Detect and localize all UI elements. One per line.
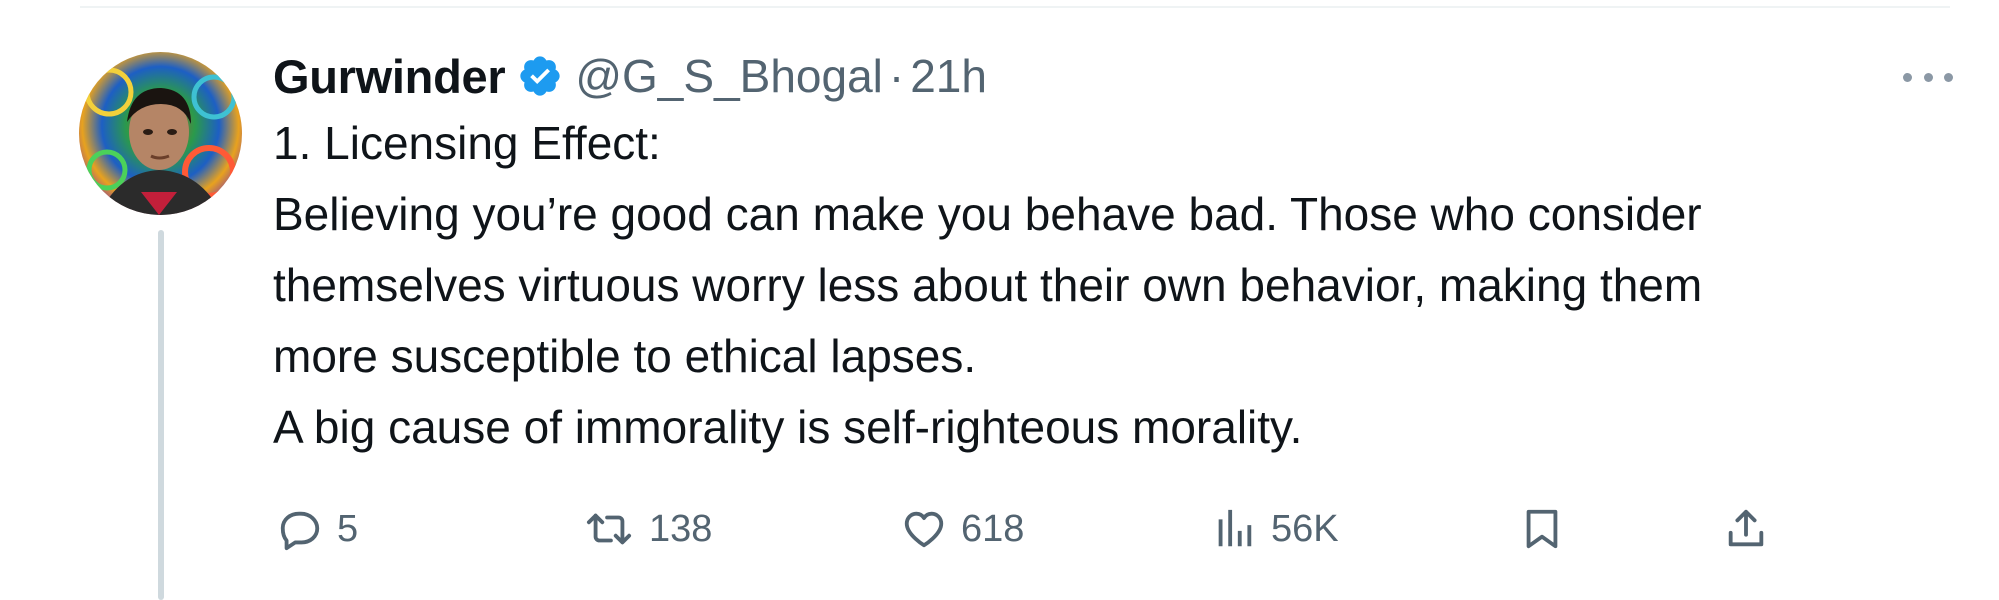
share-button[interactable] [1723, 494, 1769, 564]
tweet-text-line: 1. Licensing Effect: [273, 117, 661, 169]
share-icon [1728, 509, 1764, 547]
tweet[interactable]: Gurwinder @G_S_Bhogal · 21h 1. Licensing… [273, 44, 1953, 551]
author-handle[interactable]: @G_S_Bhogal [575, 49, 883, 103]
top-divider [80, 6, 1950, 8]
bookmark-icon [1526, 509, 1558, 549]
action-bar: 5 138 618 56K [273, 494, 1773, 564]
views-icon [1218, 509, 1252, 547]
reply-icon [280, 511, 320, 551]
separator-dot: · [888, 50, 905, 102]
like-button[interactable]: 618 [901, 494, 1024, 564]
repost-count: 138 [649, 507, 713, 550]
thread-line [158, 230, 164, 600]
tweet-text-line: Believing you’re good can make you behav… [273, 188, 1702, 240]
reply-count: 5 [337, 507, 359, 550]
tweet-text-line: A big cause of immorality is self-righte… [273, 401, 1303, 453]
more-dot [1903, 72, 1912, 82]
repost-icon [586, 513, 632, 545]
reply-button[interactable]: 5 [277, 494, 358, 564]
bookmark-button[interactable] [1519, 494, 1565, 564]
heart-icon [904, 511, 944, 548]
more-dot [1944, 72, 1953, 82]
tweet-text: 1. Licensing Effect: Believing you’re go… [273, 108, 1953, 463]
views-button[interactable]: 56K [1211, 494, 1339, 564]
more-dot [1923, 72, 1933, 82]
verified-badge-icon [517, 53, 563, 99]
tweet-text-line: themselves virtuous worry less about the… [273, 259, 1703, 311]
avatar[interactable] [79, 52, 242, 215]
like-count: 618 [961, 507, 1025, 550]
timestamp[interactable]: 21h [910, 49, 987, 103]
repost-button[interactable]: 138 [583, 494, 712, 564]
tweet-header: Gurwinder @G_S_Bhogal · 21h [273, 44, 1953, 108]
author-display-name[interactable]: Gurwinder [273, 49, 506, 104]
views-count: 56K [1271, 507, 1339, 550]
tweet-text-line: more susceptible to ethical lapses. [273, 330, 977, 382]
avatar-image [79, 52, 242, 215]
more-icon[interactable] [1903, 62, 1953, 92]
